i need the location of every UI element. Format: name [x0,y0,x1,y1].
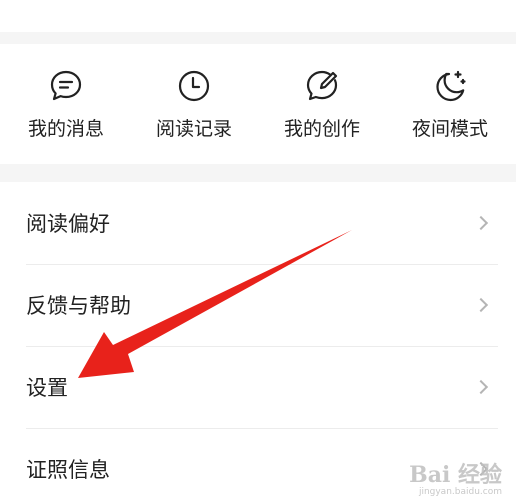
chevron-right-icon [473,215,489,231]
menu-item-label: 阅读偏好 [26,212,110,236]
page: 我的消息 阅读记录 我的创作 夜间模式 阅读偏好 反馈与帮助 设置 证照信息 B… [0,0,516,503]
quick-action-my-creations[interactable]: 我的创作 [267,68,377,141]
clock-icon [178,70,210,101]
settings-menu-list: 阅读偏好 反馈与帮助 设置 证照信息 [0,182,516,503]
top-tab-strip-cutoff [0,0,516,32]
quick-action-label: 我的创作 [283,117,360,140]
menu-item-label: 设置 [26,376,68,400]
menu-item-label: 反馈与帮助 [26,294,131,318]
menu-item-feedback-help[interactable]: 反馈与帮助 [0,264,516,346]
quick-action-messages[interactable]: 我的消息 [11,68,121,141]
menu-item-reading-preferences[interactable]: 阅读偏好 [0,182,516,264]
chevron-right-icon [473,461,489,477]
quick-action-label: 阅读记录 [155,117,232,140]
quick-action-night-mode[interactable]: 夜间模式 [395,68,505,141]
quick-action-label: 夜间模式 [411,117,488,140]
menu-item-license-info[interactable]: 证照信息 [0,428,516,503]
pen-bubble-icon [306,70,338,100]
chevron-right-icon [473,297,489,313]
quick-action-reading-history[interactable]: 阅读记录 [139,68,249,141]
menu-item-settings[interactable]: 设置 [0,346,516,428]
message-icon [50,70,82,100]
quick-actions-row: 我的消息 阅读记录 我的创作 夜间模式 [0,44,516,164]
quick-action-label: 我的消息 [27,117,104,140]
menu-item-label: 证照信息 [26,458,110,482]
chevron-right-icon [473,379,489,395]
moon-icon [436,70,466,101]
